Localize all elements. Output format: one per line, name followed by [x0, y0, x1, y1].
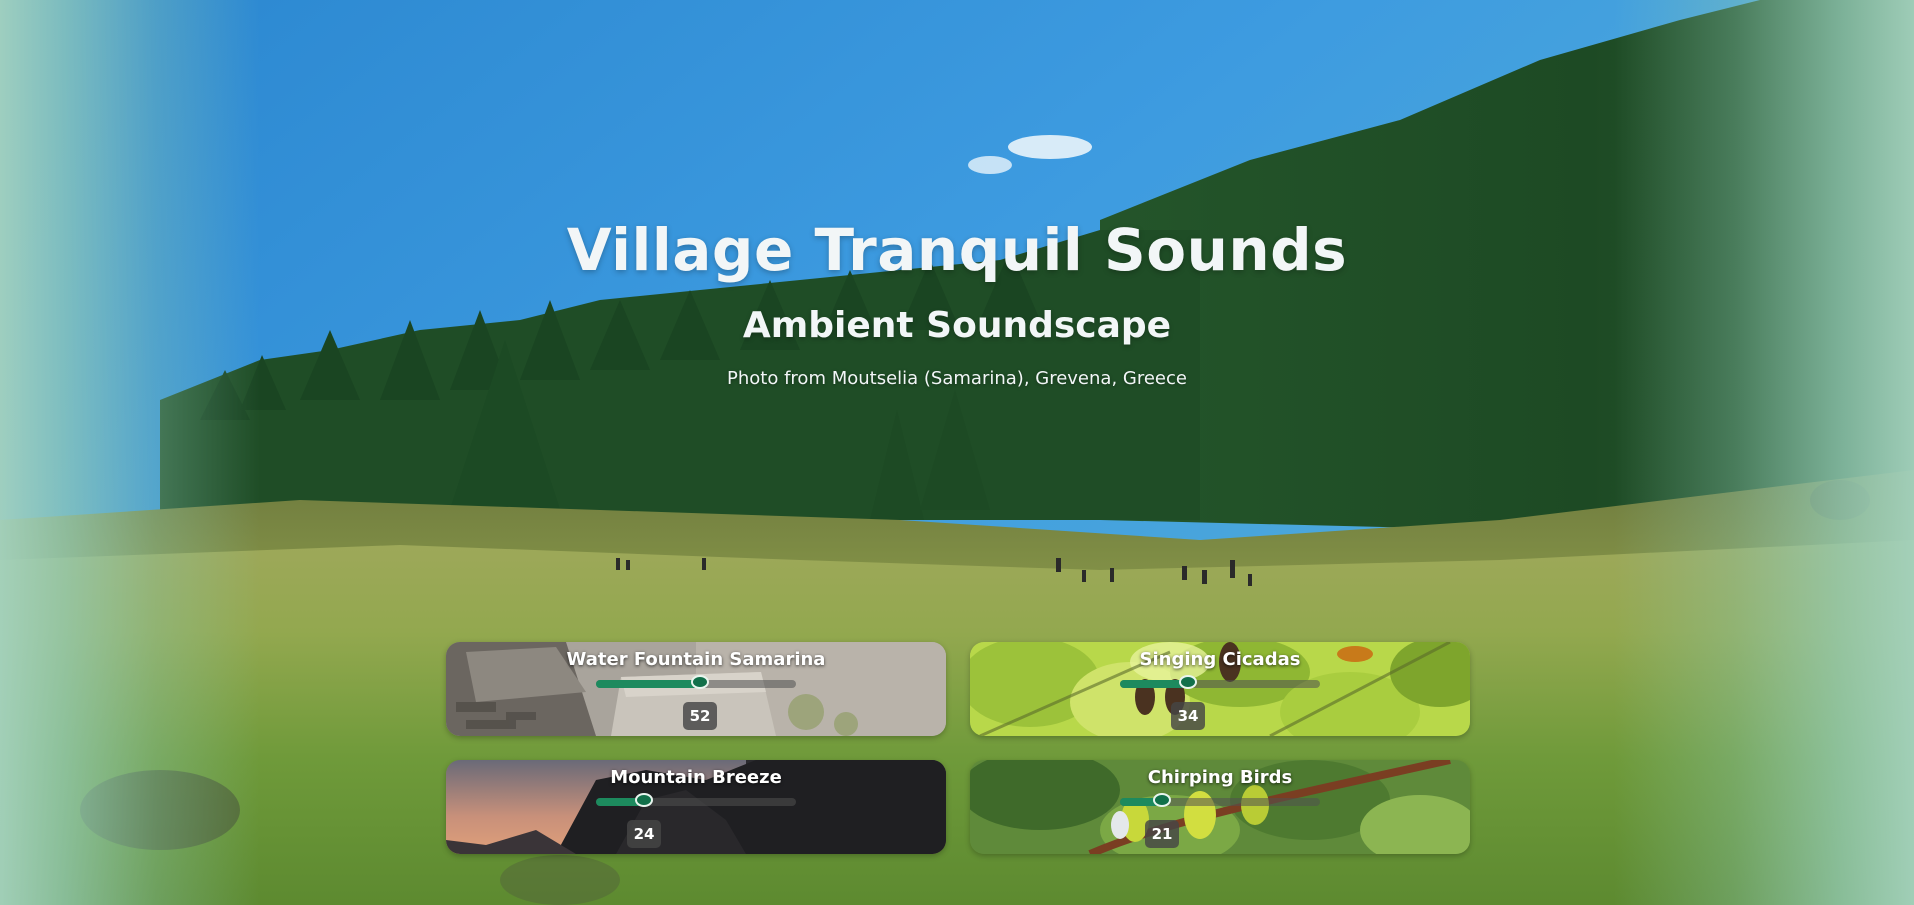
volume-slider-thumb[interactable] — [1179, 675, 1197, 689]
sound-name: Water Fountain Samarina — [566, 649, 826, 670]
page-title: Village Tranquil Sounds — [566, 216, 1348, 284]
volume-slider[interactable] — [596, 793, 796, 807]
volume-slider-thumb[interactable] — [635, 793, 653, 807]
sound-card-singing-cicadas[interactable]: Singing Cicadas 34 — [970, 642, 1470, 736]
sound-name: Chirping Birds — [1147, 767, 1293, 788]
volume-slider[interactable] — [1120, 675, 1320, 689]
volume-slider-thumb[interactable] — [691, 675, 709, 689]
sound-card-chirping-birds[interactable]: Chirping Birds 21 — [970, 760, 1470, 854]
sound-name: Singing Cicadas — [1139, 649, 1301, 670]
sound-grid: Water Fountain Samarina 52 Singing Cicad… — [446, 642, 1470, 854]
volume-slider-fill — [1120, 680, 1188, 688]
volume-value-badge: 52 — [683, 702, 717, 730]
volume-value-badge: 24 — [627, 820, 661, 848]
volume-slider-thumb[interactable] — [1153, 793, 1171, 807]
hero-header: Village Tranquil Sounds Ambient Soundsca… — [0, 210, 1914, 392]
volume-value-badge: 21 — [1145, 820, 1179, 848]
sound-card-water-fountain[interactable]: Water Fountain Samarina 52 — [446, 642, 946, 736]
photo-credit: Photo from Moutselia (Samarina), Grevena… — [727, 368, 1187, 389]
app-stage: Village Tranquil Sounds Ambient Soundsca… — [0, 0, 1914, 905]
sound-name: Mountain Breeze — [610, 767, 782, 788]
volume-value-badge: 34 — [1171, 702, 1205, 730]
volume-slider-fill — [596, 680, 700, 688]
volume-slider[interactable] — [1120, 793, 1320, 807]
volume-slider[interactable] — [596, 675, 796, 689]
page-subtitle: Ambient Soundscape — [742, 305, 1172, 346]
sound-card-mountain-breeze[interactable]: Mountain Breeze 24 — [446, 760, 946, 854]
